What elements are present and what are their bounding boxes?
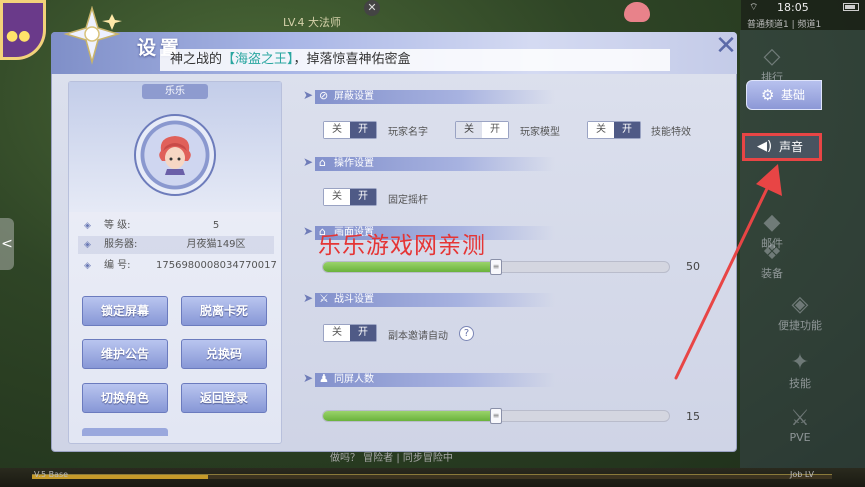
info-value: 1756980008034770017 (156, 260, 277, 271)
arrow-icon: ➤ (303, 291, 314, 305)
info-value: 5 (212, 220, 220, 231)
info-key: 服务器: (104, 239, 138, 250)
notice-bar: 神之战的【海盗之王】，掉落惊喜神佑密盒 (160, 49, 670, 71)
toggle-label: 技能特效 (651, 127, 691, 138)
hud-close-icon[interactable]: ✕ (364, 0, 380, 16)
section-players-header: ➤ ♟ 同屏人数 (303, 371, 713, 389)
exp-left-label: V.5 Base (34, 470, 69, 479)
lock-screen-button[interactable]: 锁定屏幕 (82, 296, 168, 326)
info-key: 编 号: (104, 260, 131, 271)
diamond-icon: ◈ (84, 221, 91, 231)
channel-text: 普通频道1 | 频道1 (747, 20, 822, 30)
toggle-label: 玩家模型 (520, 127, 560, 138)
battery-icon (843, 3, 859, 11)
speaker-icon: ◀) (757, 139, 773, 154)
slider-knob[interactable]: ≡ (490, 259, 502, 275)
monster-sprite (624, 2, 650, 22)
display-slider[interactable]: ≡ (322, 259, 670, 275)
maintenance-button[interactable]: 维护公告 (82, 339, 168, 369)
toggle-off: 关 (324, 122, 350, 138)
ghost-icon: ◇ (763, 44, 781, 69)
toggle-skill-effects[interactable]: 关 开 (587, 121, 641, 139)
toggle-off: 关 (456, 122, 482, 138)
notice-highlight: 【海盗之王】 (222, 52, 294, 67)
toggle-player-name[interactable]: 关 开 (323, 121, 377, 139)
tab-basic[interactable]: ⚙ 基础 (746, 80, 822, 110)
toggle-label: 玩家名字 (388, 127, 428, 138)
toggle-auto-dungeon-invite[interactable]: 关 开 (323, 324, 377, 342)
notice-prefix: 神之战的 (170, 52, 223, 67)
avatar[interactable] (155, 133, 195, 175)
close-button[interactable]: ✕ (713, 33, 739, 60)
exp-right-label: Job LV (790, 470, 814, 479)
diamond-icon: ◈ (84, 261, 91, 271)
ghost-icon: ⚔ (790, 406, 810, 431)
sword-icon: ⚔ (319, 292, 329, 305)
exp-bar (32, 474, 832, 479)
players-slider[interactable]: ≡ (322, 408, 670, 424)
switch-role-button[interactable]: 切换角色 (82, 383, 168, 413)
block-icon: ⊘ (319, 89, 329, 102)
side-ghost-item: ⚔ PVE (770, 406, 830, 444)
toggle-label: 固定摇杆 (388, 195, 428, 206)
exp-bar-area: V.5 Base Job LV (0, 468, 865, 487)
more-buttons-hint[interactable] (82, 428, 168, 436)
tab-sound[interactable]: ◀) 声音 (742, 133, 822, 161)
user-icon: ♟ (319, 372, 329, 385)
menu-dots-icon: ●● (6, 28, 31, 44)
slider-knob[interactable]: ≡ (490, 408, 502, 424)
players-slider-value: 15 (686, 410, 700, 423)
arrow-icon: ➤ (303, 371, 314, 385)
toggle-on: 开 (614, 122, 640, 138)
toggle-fixed-joystick[interactable]: 关 开 (323, 188, 377, 206)
slider-fill (323, 411, 496, 421)
gear-icon: ⚙ (761, 86, 775, 104)
toggle-off: 关 (324, 189, 350, 205)
info-row-level: ◈ 等 级: 5 (78, 217, 274, 235)
notice-suffix: ，掉落惊喜神佑密盒 (293, 52, 411, 67)
diamond-icon: ◈ (84, 240, 91, 250)
info-key: 等 级: (104, 220, 131, 231)
info-row-server: ◈ 服务器: 月夜猫149区 (78, 236, 274, 254)
tab-sound-label: 声音 (779, 140, 804, 154)
player-name: 乐乐 (142, 84, 208, 99)
section-title: 战斗设置 (334, 294, 374, 305)
back-login-button[interactable]: 返回登录 (181, 383, 267, 413)
arrow-icon: ➤ (303, 155, 314, 169)
toggle-player-model[interactable]: 关 开 (455, 121, 509, 139)
wifi-icon: ⌔ (749, 2, 759, 13)
status-bar: ⌔ 18:05 普通频道1 | 频道1 (741, 0, 865, 30)
toggle-on: 开 (482, 122, 508, 138)
clock-text: 18:05 (777, 1, 809, 14)
section-battle-header: ➤ ⚔ 战斗设置 (303, 291, 713, 309)
unstuck-button[interactable]: 脱离卡死 (181, 296, 267, 326)
info-value: 月夜猫149区 (186, 239, 246, 250)
section-control-header: ➤ ⌂ 操作设置 (303, 155, 713, 173)
section-title: 屏蔽设置 (334, 91, 374, 102)
arrow-icon: ➤ (303, 88, 314, 102)
toggle-label: 副本邀请自动 (388, 331, 448, 342)
help-icon[interactable]: ? (459, 326, 474, 341)
section-title: 同屏人数 (334, 374, 374, 385)
left-expand-icon[interactable]: < (0, 218, 14, 270)
player-avatar-frame[interactable]: ●● (0, 0, 46, 60)
section-shield-header: ➤ ⊘ 屏蔽设置 (303, 88, 713, 106)
toggle-on: 开 (350, 122, 376, 138)
watermark-text: 乐乐游戏网亲测 (318, 233, 486, 259)
annotation-arrow (674, 164, 782, 380)
info-row-id: ◈ 编 号: 1756980008034770017 (78, 257, 277, 275)
side-ghost-item: ◇ 排行 (742, 44, 802, 85)
settings-star-icon (63, 6, 122, 65)
toggle-off: 关 (588, 122, 614, 138)
toggle-on: 开 (350, 325, 376, 341)
slider-fill (323, 262, 496, 272)
tab-basic-label: 基础 (781, 88, 806, 102)
toggle-off: 关 (324, 325, 350, 341)
section-title: 操作设置 (334, 158, 374, 169)
redeem-button[interactable]: 兑换码 (181, 339, 267, 369)
hud-level-text: LV.4 大法师 (283, 16, 342, 29)
toggle-on: 开 (350, 189, 376, 205)
gamepad-icon: ⌂ (319, 156, 326, 169)
arrow-icon: ➤ (303, 224, 314, 238)
